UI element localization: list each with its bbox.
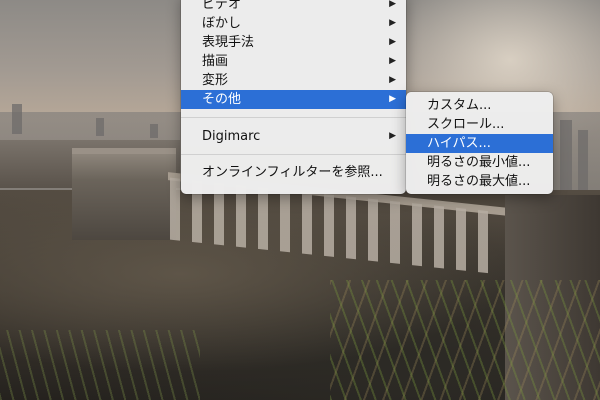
submenu-item-label: カスタム... bbox=[427, 98, 492, 113]
menu-item-digimarc[interactable]: Digimarc ▶ bbox=[181, 127, 406, 146]
stone-pedestal bbox=[72, 148, 176, 240]
menu-item-render[interactable]: 描画 ▶ bbox=[181, 52, 406, 71]
menu-item-video[interactable]: ビデオ ▶ bbox=[181, 0, 406, 14]
menu-item-distort[interactable]: 変形 ▶ bbox=[181, 71, 406, 90]
submenu-item-label: ハイパス... bbox=[427, 136, 491, 151]
submenu-arrow-icon: ▶ bbox=[389, 0, 396, 9]
submenu-arrow-icon: ▶ bbox=[389, 56, 396, 66]
building bbox=[150, 124, 158, 138]
menu-item-other[interactable]: その他 ▶ bbox=[181, 90, 406, 109]
submenu-arrow-icon: ▶ bbox=[389, 18, 396, 28]
submenu-item-maximum[interactable]: 明るさの最大値... bbox=[406, 172, 553, 191]
menu-item-label: 表現手法 bbox=[202, 35, 255, 50]
submenu-arrow-icon: ▶ bbox=[389, 75, 396, 85]
building bbox=[578, 130, 588, 190]
submenu-item-high-pass[interactable]: ハイパス... bbox=[406, 134, 553, 153]
submenu-item-custom[interactable]: カスタム... bbox=[406, 96, 553, 115]
submenu-item-minimum[interactable]: 明るさの最小値... bbox=[406, 153, 553, 172]
grass bbox=[330, 280, 600, 400]
menu-item-label: 描画 bbox=[202, 54, 229, 69]
menu-item-label: ビデオ bbox=[202, 0, 242, 12]
submenu-item-offset[interactable]: スクロール... bbox=[406, 115, 553, 134]
menu-item-label: ぼかし bbox=[202, 16, 242, 31]
menu-separator bbox=[181, 117, 406, 118]
submenu-item-label: スクロール... bbox=[427, 117, 505, 132]
building bbox=[560, 120, 572, 190]
submenu-arrow-icon: ▶ bbox=[389, 131, 396, 141]
grass bbox=[0, 330, 200, 400]
menu-item-label: その他 bbox=[202, 92, 242, 107]
menu-item-browse-online-filters[interactable]: オンラインフィルターを参照... bbox=[181, 163, 406, 182]
building bbox=[12, 104, 22, 134]
menu-item-label: Digimarc bbox=[202, 129, 261, 144]
menu-item-label: オンラインフィルターを参照... bbox=[202, 165, 383, 180]
filter-menu: ビデオ ▶ ぼかし ▶ 表現手法 ▶ 描画 ▶ 変形 ▶ その他 ▶ Digim… bbox=[181, 0, 406, 194]
menu-item-blur[interactable]: ぼかし ▶ bbox=[181, 14, 406, 33]
building bbox=[96, 118, 104, 136]
menu-item-stylize[interactable]: 表現手法 ▶ bbox=[181, 33, 406, 52]
submenu-item-label: 明るさの最大値... bbox=[427, 174, 531, 189]
submenu-arrow-icon: ▶ bbox=[389, 94, 396, 104]
submenu-arrow-icon: ▶ bbox=[389, 37, 396, 47]
other-submenu: カスタム... スクロール... ハイパス... 明るさの最小値... 明るさの… bbox=[406, 92, 553, 194]
menu-item-label: 変形 bbox=[202, 73, 229, 88]
submenu-item-label: 明るさの最小値... bbox=[427, 155, 531, 170]
menu-separator bbox=[181, 154, 406, 155]
